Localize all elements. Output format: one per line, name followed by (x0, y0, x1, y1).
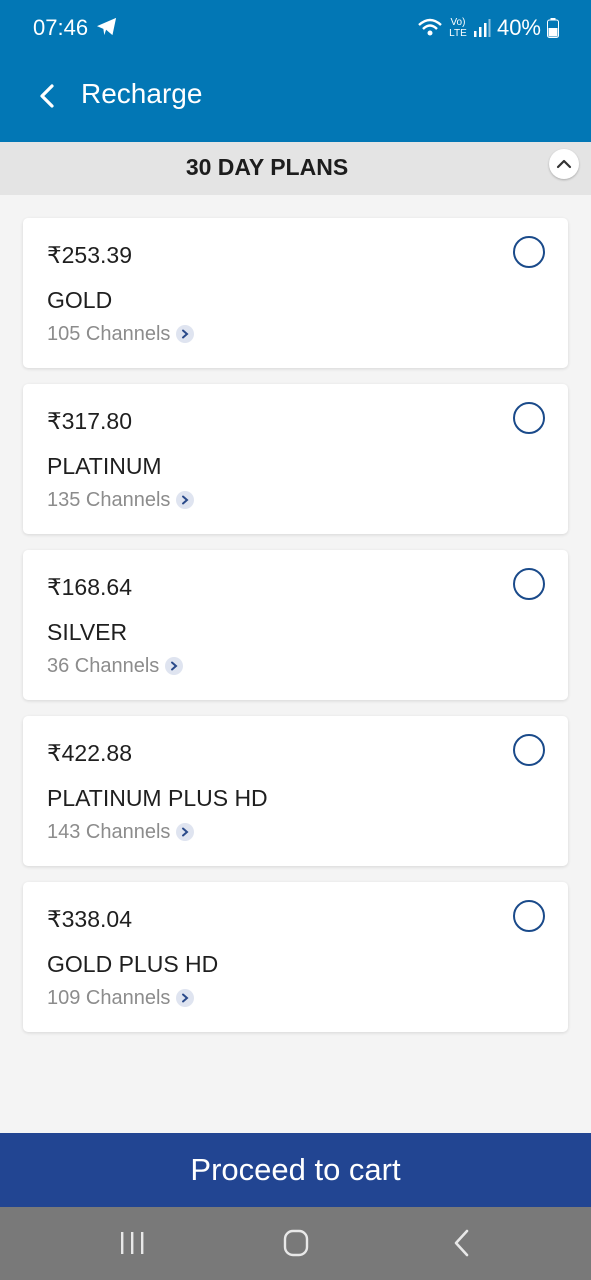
chevron-right-icon (176, 989, 195, 1007)
section-title: 30 DAY PLANS (185, 154, 349, 180)
plan-channels-text: 109 Channels (47, 987, 171, 1009)
home-icon[interactable] (276, 1227, 316, 1259)
plan-channels-link[interactable]: 143 Channels (47, 820, 195, 844)
page-title: Recharge (81, 78, 203, 109)
plan-name: PLATINUM PLUS HD (47, 785, 268, 811)
plan-radio[interactable] (513, 236, 545, 268)
plan-name: GOLD (47, 287, 113, 313)
plan-name: GOLD PLUS HD (47, 951, 219, 977)
plan-card-silver[interactable]: ₹168.64 SILVER 36 Channels (23, 550, 568, 700)
plan-name: PLATINUM (47, 453, 162, 479)
plans-section-header[interactable]: 30 DAY PLANS (0, 142, 591, 195)
plan-price: ₹253.39 (47, 242, 132, 268)
recents-icon[interactable] (112, 1227, 152, 1259)
plan-channels-text: 135 Channels (47, 489, 171, 511)
battery-icon (547, 18, 559, 38)
plan-channels-text: 143 Channels (47, 821, 171, 843)
plan-radio[interactable] (513, 402, 545, 434)
plan-card-gold[interactable]: ₹253.39 GOLD 105 Channels (23, 218, 568, 368)
app-bar: Recharge (0, 56, 591, 142)
status-time: 07:46 (33, 15, 89, 40)
back-arrow-icon[interactable] (32, 78, 68, 114)
plan-card-platinum-plus-hd[interactable]: ₹422.88 PLATINUM PLUS HD 143 Channels (23, 716, 568, 866)
plan-channels-link[interactable]: 135 Channels (47, 488, 195, 512)
chevron-right-icon (176, 823, 195, 841)
back-nav-icon[interactable] (442, 1227, 482, 1259)
plan-channels-text: 105 Channels (47, 323, 171, 345)
plan-name: SILVER (47, 619, 128, 645)
plans-list: ₹253.39 GOLD 105 Channels ₹317.80 PLATIN… (23, 218, 568, 1048)
plan-card-gold-plus-hd[interactable]: ₹338.04 GOLD PLUS HD 109 Channels (23, 882, 568, 1032)
plan-channels-link[interactable]: 105 Channels (47, 322, 195, 346)
plan-channels-link[interactable]: 109 Channels (47, 986, 195, 1010)
plan-price: ₹422.88 (47, 740, 132, 766)
chevron-right-icon (176, 491, 195, 509)
status-indicators: Vo) LTE 40% (417, 15, 559, 41)
chevron-right-icon (165, 657, 184, 675)
wifi-icon (418, 18, 442, 36)
telegram-icon (97, 17, 117, 36)
chevron-right-icon (176, 325, 195, 343)
plan-price: ₹168.64 (47, 574, 132, 600)
status-bar: 07:46 Vo) LTE 40% (0, 0, 591, 56)
plan-radio[interactable] (513, 900, 545, 932)
plan-price: ₹317.80 (47, 408, 132, 434)
plan-channels-text: 36 Channels (47, 655, 160, 677)
battery-percent: 40% (496, 15, 541, 40)
plan-price: ₹338.04 (47, 906, 132, 932)
system-nav-bar (0, 1207, 591, 1280)
signal-icon (473, 19, 491, 37)
plan-channels-link[interactable]: 36 Channels (47, 654, 184, 678)
network-type: Vo) LTE (449, 17, 467, 39)
collapse-button[interactable] (549, 149, 579, 179)
plan-card-platinum[interactable]: ₹317.80 PLATINUM 135 Channels (23, 384, 568, 534)
chevron-up-icon (556, 159, 572, 169)
plan-radio[interactable] (513, 568, 545, 600)
plan-radio[interactable] (513, 734, 545, 766)
proceed-to-cart-button[interactable]: Proceed to cart (0, 1133, 591, 1207)
